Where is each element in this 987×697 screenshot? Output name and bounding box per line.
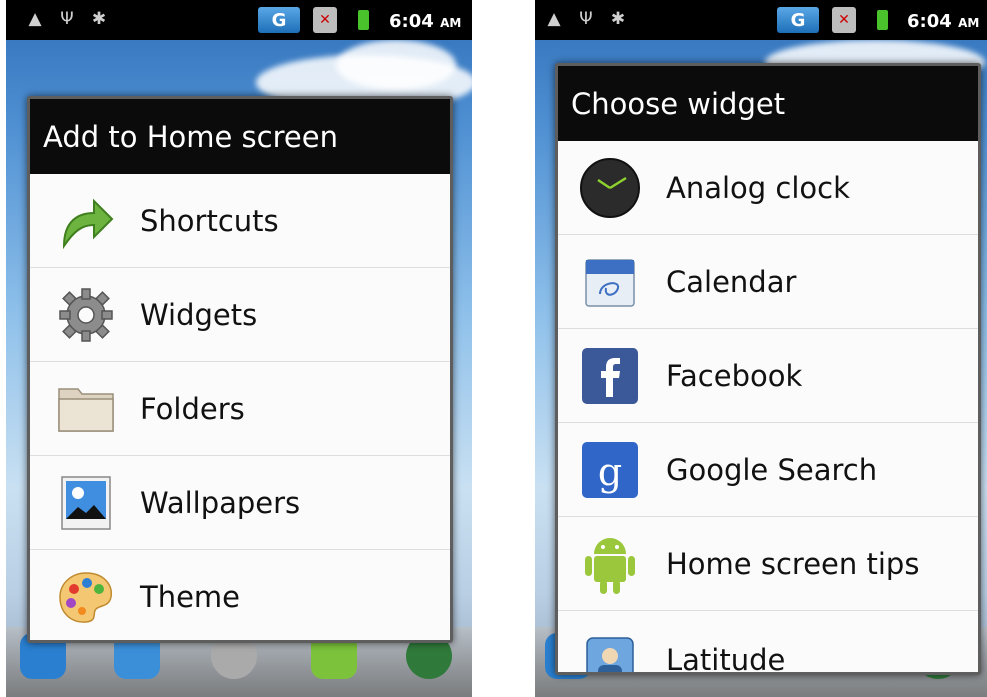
clock-time: 6:04 AM [389,11,462,32]
list-item-wallpapers[interactable]: Wallpapers [30,456,450,550]
signal-icon: G [258,7,300,33]
add-to-home-dialog: Add to Home screen Shortcuts Widgets Fol… [27,96,453,643]
usb-icon: Ψ [60,9,74,29]
list-item-shortcuts[interactable]: Shortcuts [30,174,450,268]
svg-text:g: g [598,450,622,494]
cloud [336,40,456,90]
item-label: Google Search [666,452,878,487]
list-item-calendar[interactable]: Calendar [558,235,978,329]
folder-icon [54,377,118,441]
calendar-icon [578,250,642,314]
item-label: Home screen tips [666,546,920,581]
warning-icon: ▲ [547,9,561,29]
list-item-home-screen-tips[interactable]: Home screen tips [558,517,978,611]
dialog-title: Choose widget [558,66,978,141]
item-label: Wallpapers [140,485,301,520]
item-label: Widgets [140,297,258,332]
latitude-icon [578,629,642,672]
clock-time: 6:04 AM [907,11,980,32]
list-item-theme[interactable]: Theme [30,550,450,640]
debug-icon: ✱ [91,9,107,29]
list-item-widgets[interactable]: Widgets [30,268,450,362]
list-item-latitude[interactable]: Latitude [558,611,978,675]
list-item-analog-clock[interactable]: Analog clock [558,141,978,235]
item-label: Shortcuts [140,203,279,238]
signal-icon: G [777,7,819,33]
list-item-folders[interactable]: Folders [30,362,450,456]
palette-icon [54,565,118,629]
no-sim-icon: ✕ [313,7,337,33]
status-bar: ▲ Ψ ✱ G ✕ 6:04 AM [6,0,472,40]
wallpaper-icon [54,471,118,535]
item-label: Folders [140,391,245,426]
battery-icon [358,10,369,30]
clock-icon [578,156,642,220]
phone-screen-choose-widget: ▲ Ψ ✱ G ✕ 6:04 AM Choose widget Analog c… [535,0,987,697]
dialog-title: Add to Home screen [30,99,450,174]
item-label: Theme [140,580,241,614]
item-label: Calendar [666,264,797,299]
item-label: Latitude [666,643,786,675]
usb-icon: Ψ [579,9,593,29]
debug-icon: ✱ [610,9,626,29]
choose-widget-dialog: Choose widget Analog clock Calendar Face… [555,63,981,675]
gear-icon [54,283,118,347]
facebook-icon [578,344,642,408]
shortcut-arrow-icon [54,189,118,253]
warning-icon: ▲ [28,9,42,29]
list-item-facebook[interactable]: Facebook [558,329,978,423]
status-bar: ▲ Ψ ✱ G ✕ 6:04 AM [535,0,987,40]
battery-icon [877,10,888,30]
phone-screen-add-to-home: ▲ Ψ ✱ G ✕ 6:04 AM Add to Home screen Sho… [6,0,472,697]
item-label: Analog clock [666,170,850,205]
google-search-icon: g [578,438,642,502]
android-icon [578,532,642,596]
item-label: Facebook [666,358,803,393]
no-sim-icon: ✕ [832,7,856,33]
list-item-google-search[interactable]: g Google Search [558,423,978,517]
